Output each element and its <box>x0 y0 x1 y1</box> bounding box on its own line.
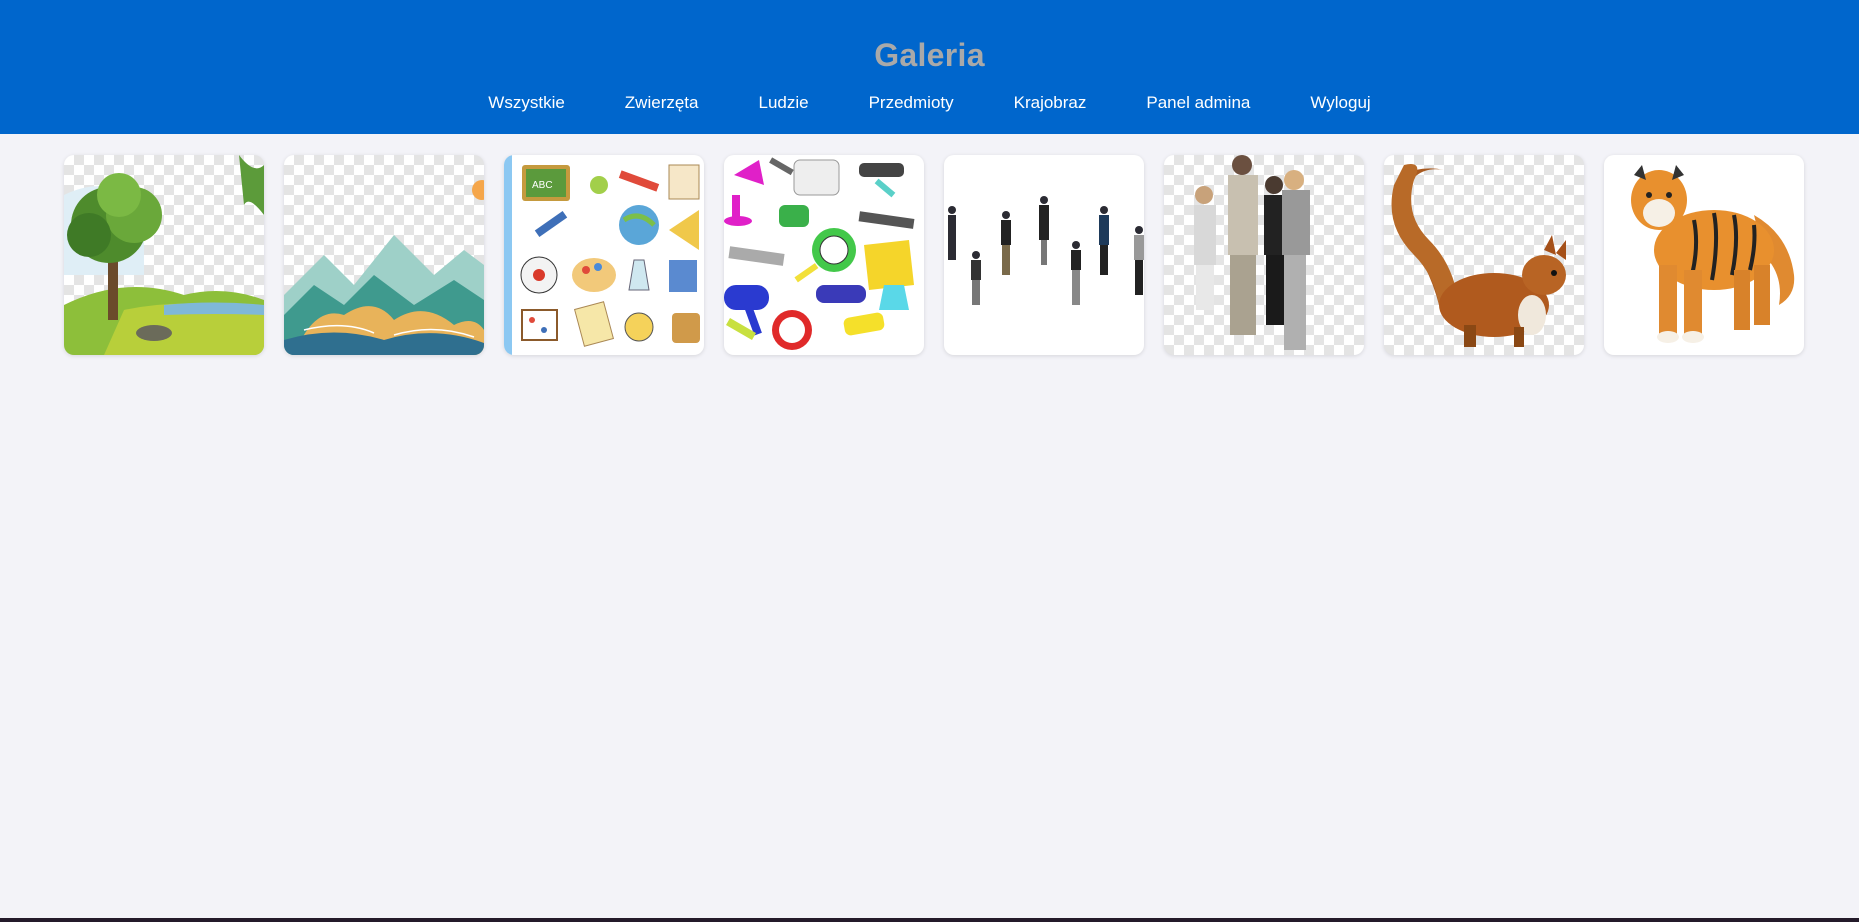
nav-link-all[interactable]: Wszystkie <box>458 92 595 114</box>
nav-link-objects[interactable]: Przedmioty <box>839 92 984 114</box>
tree-landscape-illustration <box>64 155 264 355</box>
gallery-image-people-crowd[interactable] <box>944 155 1144 355</box>
site-title: Galeria <box>874 37 985 73</box>
gallery-image-landscape-tree[interactable] <box>64 155 264 355</box>
svg-text:ABC: ABC <box>532 180 553 191</box>
tiger-illustration <box>1631 165 1795 343</box>
people-crowd-illustration <box>948 196 1144 305</box>
gallery-image-school-objects[interactable]: ABC <box>504 155 704 355</box>
window-bottom-edge <box>0 918 1859 922</box>
site-header: Galeria Wszystkie Zwierzęta Ludzie Przed… <box>0 0 1859 134</box>
gallery-image-household-objects[interactable] <box>724 155 924 355</box>
gallery-image-landscape-mountains[interactable] <box>284 155 484 355</box>
squirrel-illustration <box>1391 164 1566 347</box>
nav-link-landscape[interactable]: Krajobraz <box>984 92 1117 114</box>
nav-link-logout[interactable]: Wyloguj <box>1280 92 1400 114</box>
household-objects-illustration <box>724 157 915 350</box>
school-objects-illustration: ABC <box>504 155 700 355</box>
nav-link-people[interactable]: Ludzie <box>728 92 838 114</box>
people-group-illustration <box>1194 155 1310 350</box>
gallery-image-people-group[interactable] <box>1164 155 1364 355</box>
nav-link-admin-panel[interactable]: Panel admina <box>1116 92 1280 114</box>
gallery-grid: ABC <box>64 155 1804 355</box>
main-nav: Wszystkie Zwierzęta Ludzie Przedmioty Kr… <box>0 92 1859 114</box>
gallery-image-squirrel[interactable] <box>1384 155 1584 355</box>
nav-link-animals[interactable]: Zwierzęta <box>595 92 729 114</box>
gallery-image-tiger[interactable] <box>1604 155 1804 355</box>
mountains-illustration <box>284 180 484 355</box>
